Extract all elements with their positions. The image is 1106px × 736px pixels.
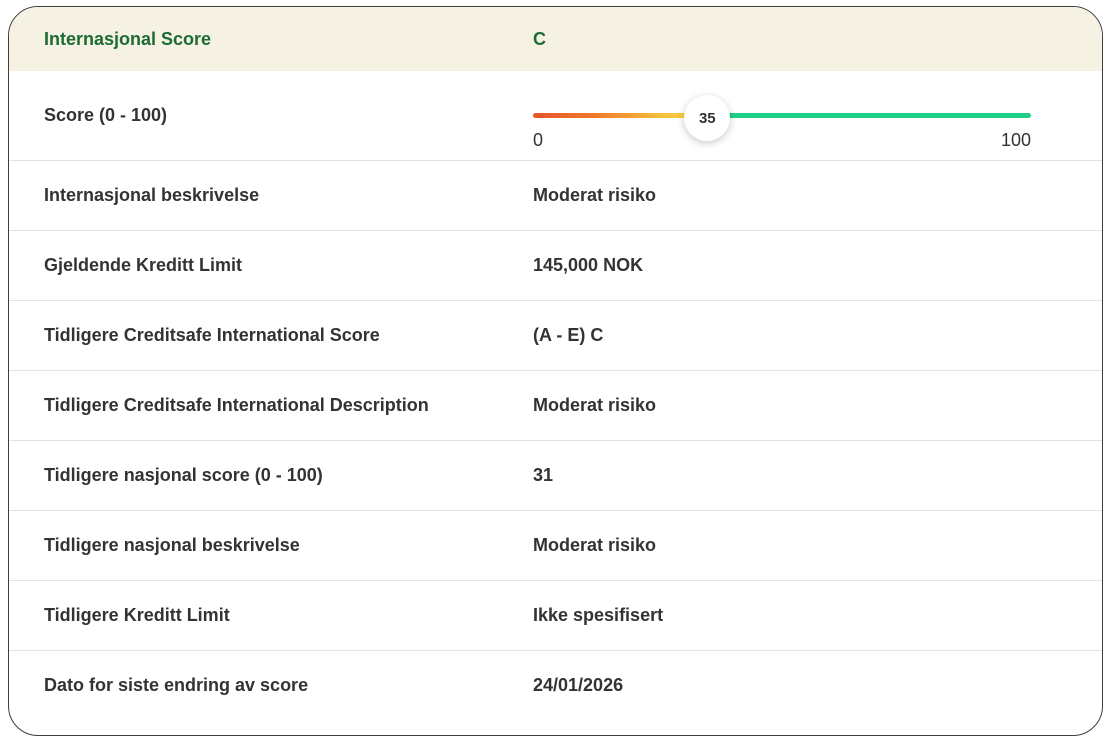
table-row: Tidligere nasjonal score (0 - 100) 31: [9, 440, 1102, 510]
score-track-fill: [533, 113, 688, 118]
row-label: Tidligere nasjonal beskrivelse: [44, 535, 300, 555]
row-value: 31: [533, 465, 554, 485]
row-label: Internasjonal beskrivelse: [44, 185, 260, 205]
header-row: Internasjonal Score C: [9, 7, 1102, 71]
score-value-cell: 35 0 100: [533, 71, 1102, 160]
table-row: Gjeldende Kreditt Limit 145,000 NOK: [9, 230, 1102, 300]
table-row: Internasjonal beskrivelse Moderat risiko: [9, 160, 1102, 230]
score-track: [533, 113, 1031, 118]
table-row: Dato for siste endring av score 24/01/20…: [9, 650, 1102, 720]
score-track-rest: [727, 113, 1031, 118]
score-row: Score (0 - 100) 35 0 100: [9, 71, 1102, 160]
score-slider: 35 0 100: [533, 71, 1031, 160]
row-value: Ikke spesifisert: [533, 605, 664, 625]
row-label: Tidligere Creditsafe International Descr…: [44, 395, 429, 415]
row-label: Tidligere Kreditt Limit: [44, 605, 230, 625]
row-value: 145,000 NOK: [533, 255, 644, 275]
score-max-label: 100: [1000, 130, 1031, 150]
table-row: Tidligere Creditsafe International Score…: [9, 300, 1102, 370]
row-value: 24/01/2026: [533, 675, 624, 695]
score-label: Score (0 - 100): [44, 105, 168, 125]
row-value: Moderat risiko: [533, 535, 657, 555]
table-row: Tidligere Kreditt Limit Ikke spesifisert: [9, 580, 1102, 650]
row-value: Moderat risiko: [533, 185, 657, 205]
row-label: Tidligere nasjonal score (0 - 100): [44, 465, 323, 485]
header-label: Internasjonal Score: [44, 28, 212, 49]
row-label: Dato for siste endring av score: [44, 675, 309, 695]
row-label: Gjeldende Kreditt Limit: [44, 255, 243, 275]
header-value: C: [533, 28, 546, 49]
row-value: (A - E) C: [533, 325, 604, 345]
row-value: Moderat risiko: [533, 395, 657, 415]
table-row: Tidligere nasjonal beskrivelse Moderat r…: [9, 510, 1102, 580]
score-min-label: 0: [533, 130, 544, 150]
row-label: Tidligere Creditsafe International Score: [44, 325, 380, 345]
score-card: Internasjonal Score C Score (0 - 100) 35…: [8, 6, 1103, 736]
table-row: Tidligere Creditsafe International Descr…: [9, 370, 1102, 440]
score-thumb: 35: [684, 95, 731, 141]
